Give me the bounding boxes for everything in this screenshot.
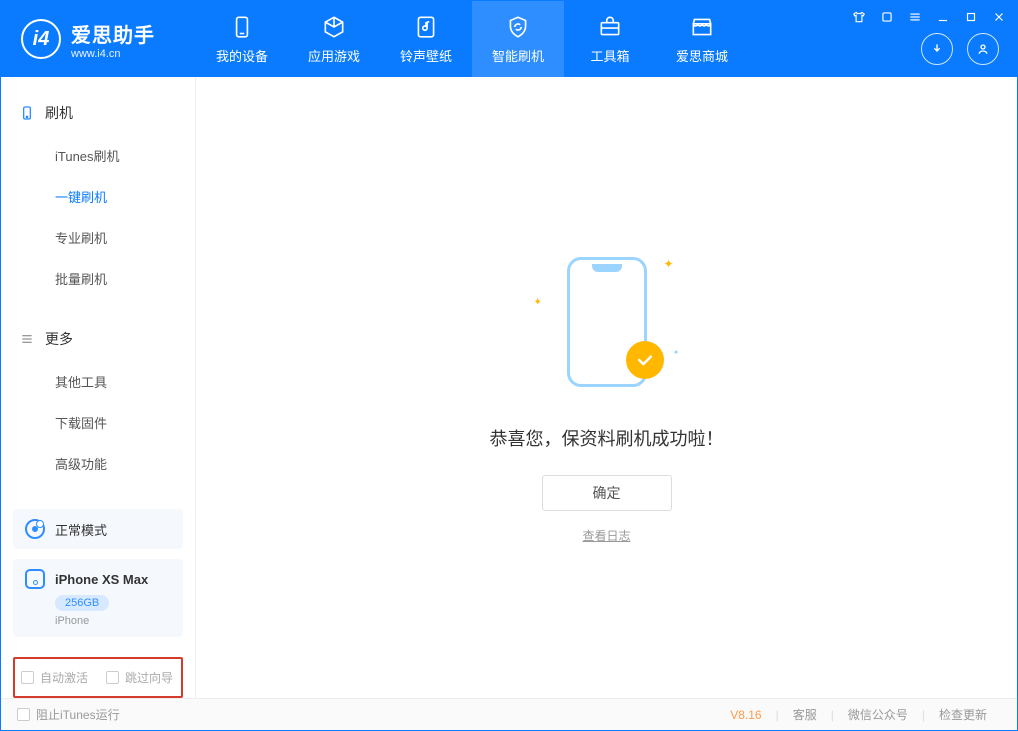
app-window: i4 爱思助手 www.i4.cn 我的设备 应用游戏 铃声壁纸 智能刷机 <box>0 0 1018 731</box>
sidebar-item-itunes-flash[interactable]: iTunes刷机 <box>1 135 195 176</box>
tab-my-device[interactable]: 我的设备 <box>196 1 288 77</box>
tab-label: 铃声壁纸 <box>400 46 452 65</box>
refresh-shield-icon <box>505 14 531 40</box>
sidebar-item-download-firmware[interactable]: 下载固件 <box>1 402 195 443</box>
device-capacity: 256GB <box>55 595 109 611</box>
tab-flash[interactable]: 智能刷机 <box>472 1 564 77</box>
close-button[interactable] <box>989 7 1009 27</box>
checkbox-icon <box>21 671 34 684</box>
mode-label: 正常模式 <box>55 520 107 539</box>
music-file-icon <box>413 14 439 40</box>
titlebar-actions <box>921 33 999 65</box>
main-content: ✦ ✦ ✦ 恭喜您，保资料刷机成功啦！ 确定 查看日志 <box>196 77 1017 698</box>
support-link[interactable]: 客服 <box>779 706 831 723</box>
version-label: V8.16 <box>730 708 775 722</box>
cube-icon <box>321 14 347 40</box>
wechat-link[interactable]: 微信公众号 <box>834 706 922 723</box>
view-log-link[interactable]: 查看日志 <box>582 527 630 544</box>
success-illustration: ✦ ✦ ✦ <box>532 247 682 397</box>
device-name: iPhone XS Max <box>55 572 148 587</box>
nav-tabs: 我的设备 应用游戏 铃声壁纸 智能刷机 工具箱 爱思商城 <box>196 1 748 77</box>
store-icon <box>689 14 715 40</box>
sidebar-item-other-tools[interactable]: 其他工具 <box>1 361 195 402</box>
tab-label: 应用游戏 <box>308 46 360 65</box>
app-subtitle: www.i4.cn <box>71 48 155 60</box>
mode-icon <box>25 519 45 539</box>
tab-label: 智能刷机 <box>492 46 544 65</box>
tab-label: 工具箱 <box>590 46 629 65</box>
checkbox-auto-activate[interactable]: 自动激活 <box>21 669 88 686</box>
toolbox-icon <box>597 14 623 40</box>
app-title: 爱思助手 <box>71 19 155 48</box>
check-badge-icon <box>626 341 664 379</box>
checkbox-icon[interactable] <box>17 708 30 721</box>
menu-icon[interactable] <box>905 7 925 27</box>
user-button[interactable] <box>967 33 999 65</box>
minimize-button[interactable] <box>933 7 953 27</box>
success-message: 恭喜您，保资料刷机成功啦！ <box>490 425 724 451</box>
statusbar: 阻止iTunes运行 V8.16 | 客服 | 微信公众号 | 检查更新 <box>1 698 1017 730</box>
list-icon <box>19 331 35 347</box>
sparkle-icon: ✦ <box>534 297 542 308</box>
tab-store[interactable]: 爱思商城 <box>656 1 748 77</box>
phone-icon <box>229 14 255 40</box>
tab-ringtones[interactable]: 铃声壁纸 <box>380 1 472 77</box>
update-link[interactable]: 检查更新 <box>925 706 1001 723</box>
shirt-icon[interactable] <box>849 7 869 27</box>
tab-apps[interactable]: 应用游戏 <box>288 1 380 77</box>
skin-icon[interactable] <box>877 7 897 27</box>
maximize-button[interactable] <box>961 7 981 27</box>
tab-toolbox[interactable]: 工具箱 <box>564 1 656 77</box>
tab-label: 我的设备 <box>216 46 268 65</box>
sidebar-section-more: 更多 <box>1 321 195 357</box>
ok-button[interactable]: 确定 <box>542 475 672 511</box>
logo-icon: i4 <box>21 19 61 59</box>
sidebar-item-advanced[interactable]: 高级功能 <box>1 443 195 484</box>
device-icon <box>19 105 35 121</box>
phone-icon <box>25 569 45 589</box>
sidebar-section-flash: 刷机 <box>1 95 195 131</box>
options-highlight: 自动激活 跳过向导 <box>13 657 183 698</box>
logo-area: i4 爱思助手 www.i4.cn <box>1 19 196 60</box>
checkbox-icon <box>106 671 119 684</box>
mode-card[interactable]: 正常模式 <box>13 509 183 549</box>
sidebar-item-oneclick-flash[interactable]: 一键刷机 <box>1 176 195 217</box>
sidebar-item-batch-flash[interactable]: 批量刷机 <box>1 258 195 299</box>
sidebar: 刷机 iTunes刷机 一键刷机 专业刷机 批量刷机 更多 其他工具 下载固件 … <box>1 77 196 698</box>
device-card[interactable]: iPhone XS Max 256GB iPhone <box>13 559 183 637</box>
tab-label: 爱思商城 <box>676 46 728 65</box>
body-area: 刷机 iTunes刷机 一键刷机 专业刷机 批量刷机 更多 其他工具 下载固件 … <box>1 77 1017 698</box>
device-type: iPhone <box>55 615 171 627</box>
titlebar: i4 爱思助手 www.i4.cn 我的设备 应用游戏 铃声壁纸 智能刷机 <box>1 1 1017 77</box>
block-itunes-label[interactable]: 阻止iTunes运行 <box>36 706 120 723</box>
checkbox-skip-guide[interactable]: 跳过向导 <box>106 669 173 686</box>
download-button[interactable] <box>921 33 953 65</box>
sparkle-icon: ✦ <box>663 257 673 271</box>
sparkle-icon: ✦ <box>673 348 680 357</box>
sidebar-item-pro-flash[interactable]: 专业刷机 <box>1 217 195 258</box>
window-controls <box>849 7 1009 27</box>
